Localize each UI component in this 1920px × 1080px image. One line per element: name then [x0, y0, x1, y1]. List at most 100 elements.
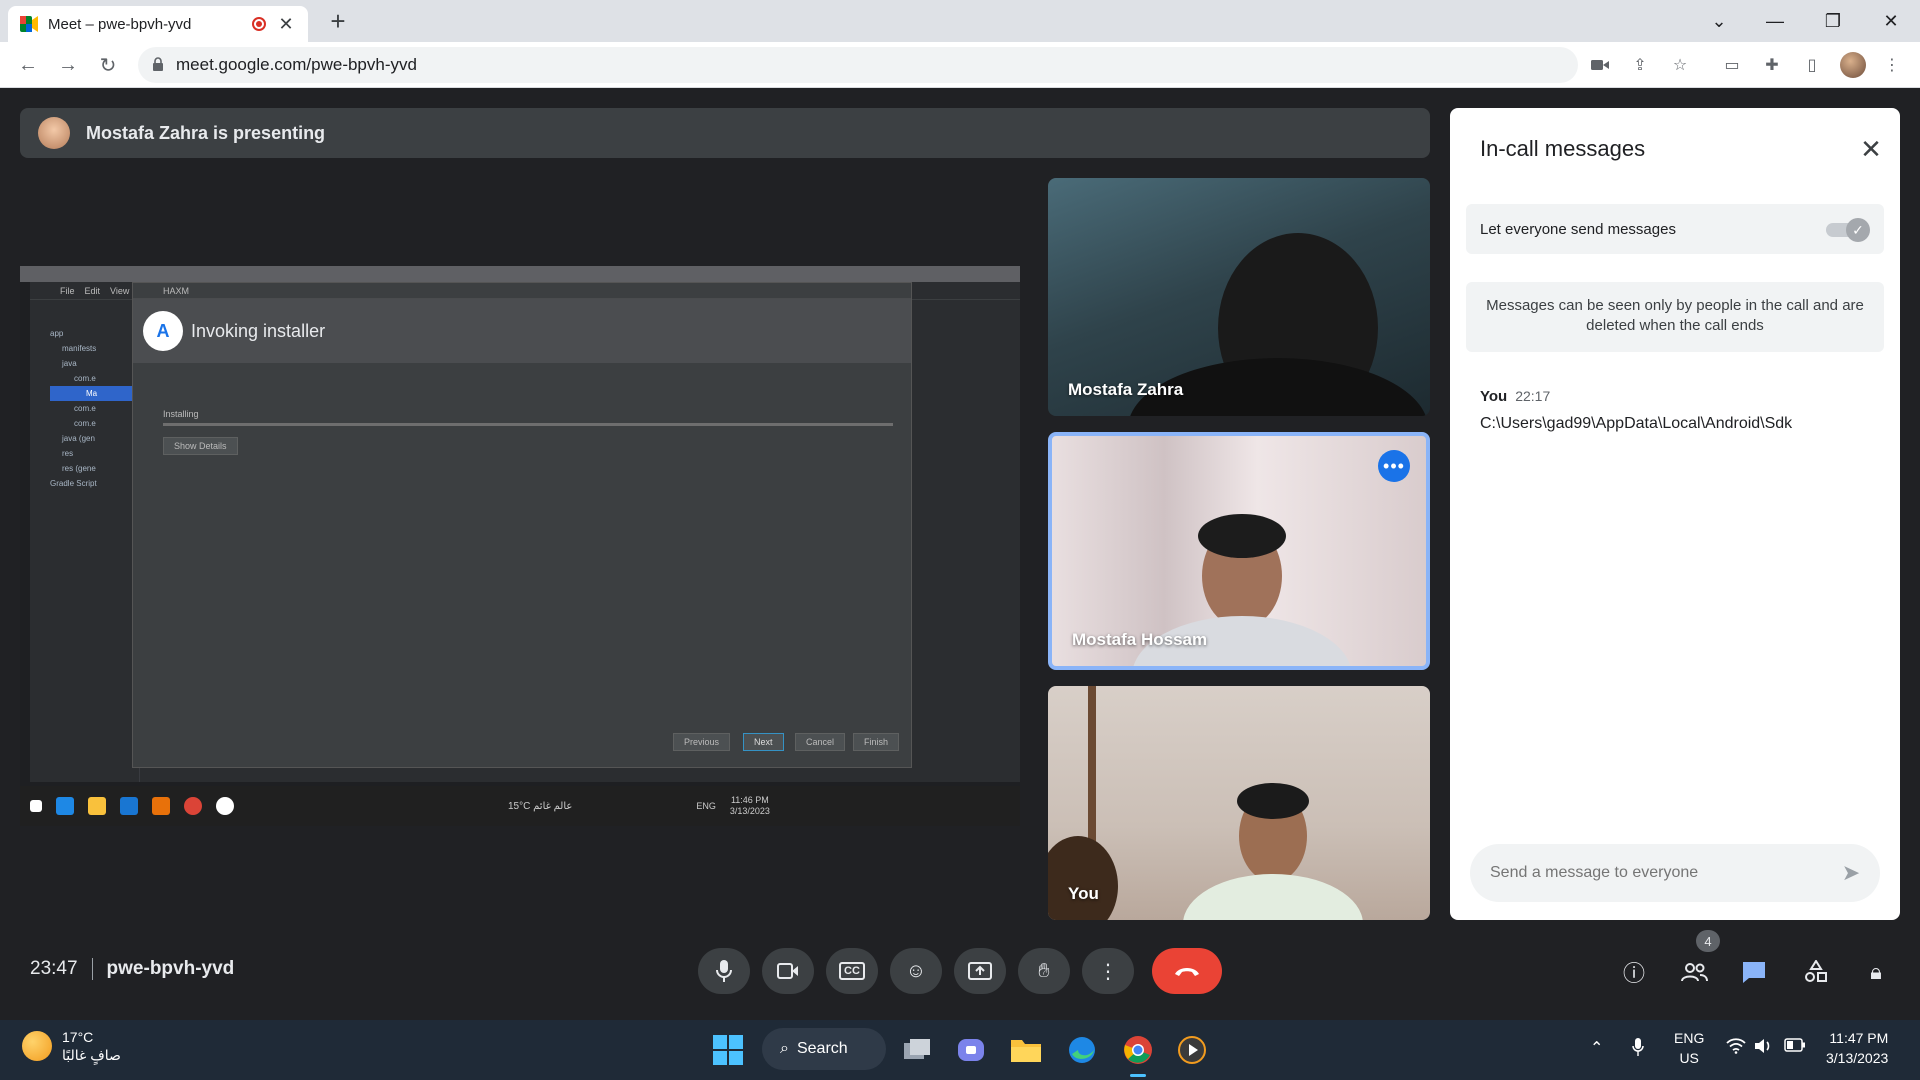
tree-item: Gradle Script [50, 479, 97, 488]
shared-start-icon [30, 800, 42, 812]
shared-windows-taskbar: 15°C عالم غائم ENG 11:46 PM 3/13/2023 [20, 786, 1020, 826]
new-tab-button[interactable]: + [324, 8, 352, 36]
next-button: Next [743, 733, 784, 751]
side-panel-icon[interactable]: ▯ [1800, 53, 1824, 77]
tab-close-icon[interactable]: ✕ [276, 14, 296, 35]
send-icon[interactable]: ➤ [1838, 860, 1864, 886]
extensions-icon[interactable]: ✚ [1760, 53, 1784, 77]
participant-tile-self[interactable]: You [1048, 686, 1430, 920]
battery-icon[interactable] [1784, 1038, 1806, 1057]
meeting-time: 23:47 [30, 958, 78, 979]
camera-button[interactable] [762, 948, 814, 994]
teams-chat-icon[interactable] [952, 1030, 992, 1070]
previous-button: Previous [673, 733, 731, 751]
check-icon: ✓ [1846, 218, 1870, 242]
start-windows-icon[interactable] [708, 1030, 748, 1070]
participant-name: Mostafa Zahra [1068, 380, 1184, 399]
cancel-button: Cancel [795, 733, 846, 751]
close-window-button[interactable]: ✕ [1862, 0, 1920, 42]
lock-icon [152, 56, 164, 74]
leave-call-button[interactable] [1152, 948, 1222, 994]
dialog-title: HAXM [133, 283, 911, 299]
shared-edge-icon [56, 797, 74, 815]
shared-chrome-bar [20, 266, 1020, 282]
finish-button: Finish [853, 733, 900, 751]
url-text: meet.google.com/pwe-bpvh-yvd [176, 55, 417, 74]
chat-icon[interactable] [1734, 952, 1774, 992]
raise-hand-button[interactable]: ✋︎ [1018, 948, 1070, 994]
tab-search-chevron-icon[interactable]: ⌄ [1690, 0, 1748, 42]
browser-toolbar: ← → ↻ meet.google.com/pwe-bpvh-yvd ⇪ ☆ ▭… [0, 42, 1920, 88]
message-input[interactable] [1490, 864, 1820, 882]
tree-item: manifests [62, 344, 97, 353]
minimize-button[interactable]: — [1746, 0, 1804, 42]
activities-icon[interactable] [1796, 952, 1836, 992]
input-language[interactable]: ENG US [1674, 1028, 1704, 1068]
more-options-button[interactable]: ⋮ [1082, 948, 1134, 994]
cast-icon[interactable]: ▭ [1720, 53, 1744, 77]
restore-button[interactable]: ❐ [1804, 0, 1862, 42]
bookmark-star-icon[interactable]: ☆ [1668, 53, 1692, 77]
shared-time: 11:46 PM [730, 795, 769, 805]
volume-icon[interactable] [1754, 1038, 1774, 1059]
taskbar-microphone-icon[interactable] [1632, 1038, 1644, 1061]
shared-lang: ENG [696, 801, 716, 811]
menu-kebab-icon[interactable]: ⋮ [1880, 53, 1904, 77]
tree-item: app [50, 329, 64, 338]
back-icon[interactable]: ← [14, 51, 42, 79]
send-messages-setting: Let everyone send messages ✓ [1466, 204, 1884, 254]
emoji-icon: ☺ [905, 959, 927, 982]
reactions-button[interactable]: ☺ [890, 948, 942, 994]
meeting-code: pwe-bpvh-yvd [106, 958, 235, 979]
share-icon[interactable]: ⇪ [1628, 53, 1652, 77]
send-messages-toggle[interactable]: ✓ [1826, 218, 1870, 242]
more-vert-icon: ⋮ [1098, 960, 1118, 983]
file-explorer-icon[interactable] [1006, 1030, 1046, 1070]
panel-title: In-call messages [1480, 136, 1646, 161]
taskbar-search[interactable]: ⌕ Search [762, 1028, 886, 1070]
browser-tab[interactable]: Meet – pwe-bpvh-yvd ✕ [8, 6, 308, 42]
tree-item: com.e [74, 404, 96, 413]
participant-tile-speaking[interactable]: ••• Mostafa Hossam [1048, 432, 1430, 670]
reload-icon[interactable]: ↻ [94, 51, 122, 79]
host-controls-lock-icon[interactable]: 🔒︎ [1856, 952, 1896, 992]
temperature: 17°C [62, 1029, 94, 1045]
profile-avatar[interactable] [1840, 52, 1866, 78]
task-view-icon[interactable] [898, 1030, 938, 1070]
meeting-details-icon[interactable]: ⓘ [1614, 952, 1654, 992]
windows-taskbar: 17°C صافٍ غالبًا ⌕ Search ⌃ ENG US 11:47… [0, 1020, 1920, 1080]
weather-description: صافٍ غالبًا [62, 1047, 121, 1063]
participant-video [1048, 686, 1363, 920]
people-icon[interactable] [1674, 952, 1714, 992]
media-player-icon[interactable] [1172, 1030, 1212, 1070]
browser-tab-strip: Meet – pwe-bpvh-yvd ✕ + ⌄ — ❐ ✕ [0, 0, 1920, 42]
weather-widget[interactable]: 17°C صافٍ غالبًا [22, 1028, 121, 1064]
edge-icon[interactable] [1062, 1030, 1102, 1070]
participant-tile[interactable]: Mostafa Zahra [1048, 178, 1430, 416]
people-count-badge: 4 [1696, 930, 1720, 952]
wifi-icon[interactable] [1726, 1038, 1746, 1059]
tree-item-selected: Ma [50, 386, 139, 401]
recording-icon [252, 17, 266, 31]
clock-date: 3/13/2023 [1826, 1050, 1889, 1066]
meeting-info: 23:47 pwe-bpvh-yvd [30, 958, 234, 980]
tree-item: java (gen [62, 434, 95, 443]
shared-studio-icon [216, 797, 234, 815]
captions-button[interactable]: CC [826, 948, 878, 994]
ide-menu-file: File [60, 285, 75, 296]
shared-store-icon [120, 797, 138, 815]
present-button[interactable] [954, 948, 1006, 994]
shared-screen: File Edit View app manifests java com.e … [20, 266, 1020, 826]
microphone-button[interactable] [698, 948, 750, 994]
forward-icon[interactable]: → [54, 51, 82, 79]
address-bar[interactable]: meet.google.com/pwe-bpvh-yvd [138, 47, 1578, 83]
shared-weather: 15°C عالم غائم [508, 800, 573, 812]
show-hidden-icons-chevron-icon[interactable]: ⌃ [1590, 1038, 1603, 1058]
taskbar-clock[interactable]: 11:47 PM 3/13/2023 [1826, 1028, 1888, 1068]
tab-title: Meet – pwe-bpvh-yvd [48, 15, 192, 33]
chrome-icon[interactable] [1118, 1030, 1158, 1070]
more-options-button[interactable]: ••• [1378, 450, 1410, 482]
divider [91, 958, 93, 980]
close-panel-icon[interactable]: ✕ [1854, 132, 1888, 166]
camera-icon[interactable] [1588, 53, 1612, 77]
